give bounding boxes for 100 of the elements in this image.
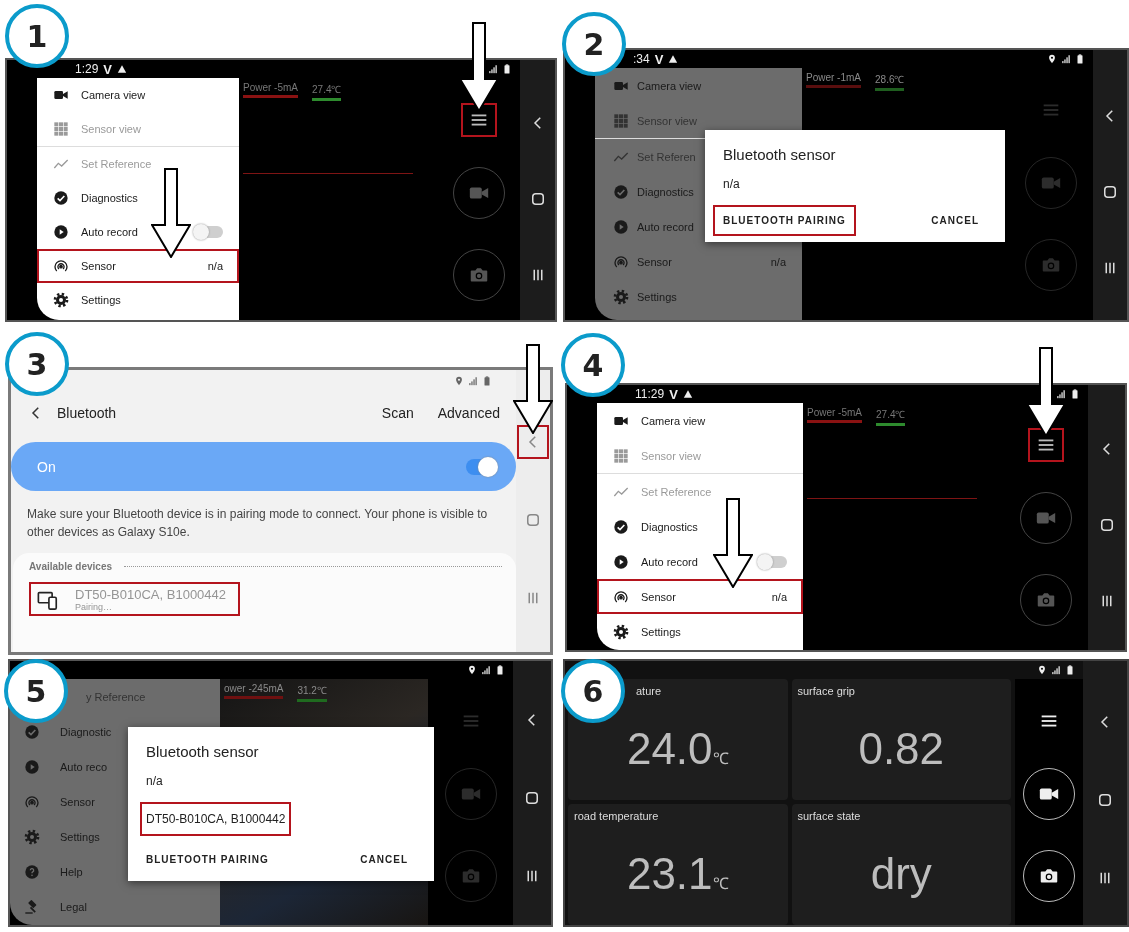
location-pin-icon — [1047, 54, 1057, 64]
device-status: Pairing… — [75, 602, 113, 612]
status-time: :34 — [633, 52, 650, 66]
signal-icon — [488, 64, 498, 74]
menu-item[interactable]: Settings — [37, 283, 239, 317]
signal-icon — [1061, 54, 1071, 64]
check-circle-icon — [24, 723, 40, 740]
dialog-title: Bluetooth sensor — [146, 743, 260, 760]
battery-icon — [1070, 389, 1080, 399]
section-heading: Available devices — [29, 561, 112, 572]
reading-text: 27.4℃ — [312, 83, 342, 96]
dialog-title: Bluetooth sensor — [723, 146, 837, 163]
tile-label: ature — [635, 684, 663, 697]
menu-item[interactable]: Camera view — [597, 403, 803, 438]
reading-text: Power -5mA — [807, 407, 862, 418]
tile-value: 24.0℃ — [626, 723, 729, 774]
check-circle-icon — [53, 190, 69, 206]
warning-icon — [668, 54, 679, 64]
status-time: 1:29 — [75, 62, 99, 76]
tile-value: 0.82 — [858, 723, 945, 774]
menu-item[interactable]: Legal — [10, 889, 220, 924]
location-pin-icon — [1037, 665, 1047, 675]
grid-icon — [53, 121, 69, 137]
play-circle-icon — [613, 553, 629, 570]
menu-item[interactable]: Sensor n/a — [597, 579, 803, 614]
step-badge: 4 — [561, 333, 625, 397]
dialog-text: n/a — [145, 773, 164, 790]
step-badge: 2 — [562, 12, 626, 76]
signal-waves-icon — [613, 253, 629, 270]
battery-icon — [1075, 54, 1085, 64]
screen-title: Bluetooth — [57, 405, 117, 421]
menu-item[interactable]: Settings — [595, 279, 802, 314]
warning-icon — [117, 64, 128, 74]
toggle-switch[interactable] — [466, 458, 496, 475]
dialog-text: n/a — [722, 176, 741, 193]
signal-icon — [468, 376, 478, 386]
description-text: Make sure your Bluetooth device is in pairing mode to connect. Your phone is visible to other devices as Galaxy S10e. — [27, 506, 489, 541]
battery-icon — [482, 376, 492, 386]
step-badge: 3 — [5, 332, 69, 396]
carrier-label: V — [103, 61, 113, 77]
dialog-button[interactable]: BLUETOOTH PAIRING — [136, 844, 279, 875]
rounded-square-icon — [1101, 183, 1119, 201]
menu-item[interactable]: Camera view — [37, 78, 239, 112]
carrier-label: V — [669, 386, 678, 402]
item-value: n/a — [770, 255, 786, 268]
signal-icon — [1051, 665, 1061, 675]
tile-label: surface grip — [796, 684, 856, 697]
switch-label: On — [37, 458, 56, 475]
menu-item[interactable]: Settings — [597, 614, 803, 649]
reading-text: 27.4℃ — [876, 408, 906, 421]
back-button[interactable] — [517, 425, 549, 459]
reading-text: Power -5mA — [243, 82, 298, 93]
reading-text: 31.2℃ — [297, 684, 327, 697]
rounded-square-icon — [1096, 791, 1114, 809]
rounded-square-icon — [524, 511, 542, 529]
toggle-switch[interactable] — [195, 226, 223, 238]
device-name: DT50-B010CA, B1000442 — [75, 587, 227, 602]
settings-icon — [613, 623, 629, 640]
reading-text: ower -245mA — [224, 683, 284, 694]
tile-label: road temperature — [573, 809, 660, 822]
reading-text: Power -1mA — [806, 72, 861, 83]
signal-icon — [481, 665, 491, 675]
check-circle-icon — [613, 183, 629, 200]
location-pin-icon — [454, 376, 464, 386]
dialog-button[interactable]: CANCEL — [921, 205, 989, 236]
battery-icon — [1065, 665, 1075, 675]
location-pin-icon — [467, 665, 477, 675]
dialog-button[interactable]: CANCEL — [350, 844, 418, 875]
settings-icon — [613, 288, 629, 305]
signal-waves-icon — [613, 588, 629, 605]
status-time: 11:29 — [635, 387, 665, 401]
menu-item[interactable]: Sensor n/a — [37, 249, 239, 283]
battery-icon — [502, 64, 512, 74]
tile-label: surface state — [796, 809, 862, 822]
toggle-switch[interactable] — [759, 555, 787, 568]
grid-icon — [613, 112, 629, 129]
signal-waves-icon — [53, 258, 69, 274]
menu-item[interactable]: Diagnostics — [37, 181, 239, 215]
rounded-square-icon — [523, 789, 541, 807]
help-icon — [24, 863, 40, 880]
play-circle-icon — [53, 224, 69, 240]
menu-item[interactable]: Sensor n/a — [595, 244, 802, 279]
action-link[interactable]: Scan — [365, 405, 414, 421]
signal-icon — [1056, 389, 1066, 399]
menu-item[interactable]: Diagnostics — [597, 509, 803, 544]
device-item[interactable]: DT50-B010CA, B1000442 Pairing… — [29, 582, 241, 616]
dialog-text: DT50-B010CA, B1000442 — [140, 802, 292, 836]
tile-value: 23.1℃ — [626, 848, 729, 899]
check-circle-icon — [613, 518, 629, 535]
settings-icon — [24, 828, 40, 845]
reading-text: 28.6℃ — [875, 73, 905, 86]
tile-value: dry — [870, 848, 932, 899]
dialog-button[interactable]: BLUETOOTH PAIRING — [713, 205, 856, 236]
action-link[interactable]: Advanced — [421, 405, 500, 421]
battery-icon — [495, 665, 505, 675]
item-value: n/a — [207, 260, 223, 272]
play-circle-icon — [24, 758, 40, 775]
carrier-label: V — [654, 51, 664, 67]
signal-waves-icon — [24, 793, 40, 810]
play-circle-icon — [613, 218, 629, 235]
